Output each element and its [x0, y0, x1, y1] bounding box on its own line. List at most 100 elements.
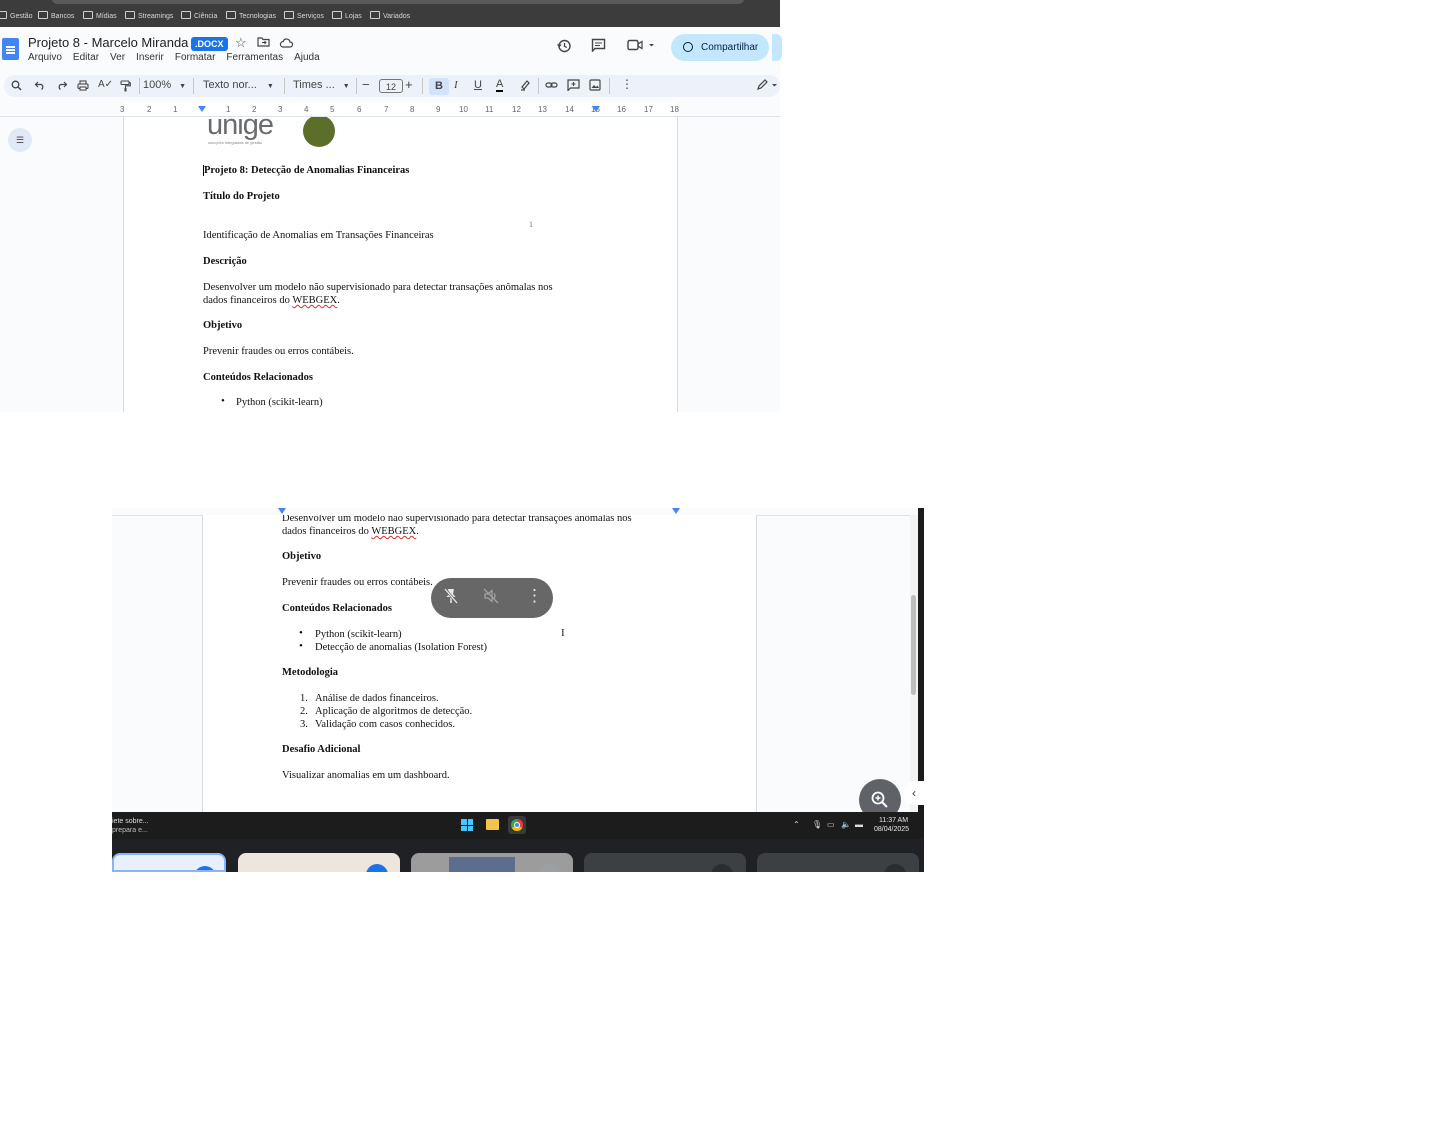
- more-icon[interactable]: ⋮: [526, 586, 543, 606]
- description-line: Desenvolver um modelo não supervisionado…: [203, 282, 553, 293]
- participant-tile[interactable]: [584, 853, 746, 872]
- share-dropdown-button[interactable]: [772, 34, 782, 61]
- star-icon[interactable]: ☆: [235, 35, 247, 51]
- share-button[interactable]: Compartilhar: [671, 34, 769, 61]
- italic-button[interactable]: I: [454, 79, 458, 91]
- bookmark-streamings[interactable]: Streamings: [125, 11, 173, 20]
- folder-icon: [38, 11, 48, 19]
- paint-format-icon[interactable]: [120, 80, 131, 95]
- bookmark-midias[interactable]: Mídias: [83, 11, 117, 20]
- section-objective-label: Objetivo: [203, 320, 243, 331]
- bookmark-bancos[interactable]: Bancos: [38, 11, 74, 20]
- mute-icon[interactable]: [482, 587, 500, 610]
- left-indent-marker[interactable]: [198, 106, 206, 112]
- taskbar-notification-title[interactable]: iete sobre...: [112, 818, 149, 825]
- left-indent-marker[interactable]: [278, 508, 286, 514]
- zoom-select[interactable]: 100% ▼: [143, 79, 186, 91]
- file-explorer-icon[interactable]: [486, 819, 499, 830]
- misspelled-word[interactable]: WEBGEX: [292, 295, 337, 306]
- highlight-icon[interactable]: [519, 79, 531, 94]
- bullet-marker: •: [299, 627, 303, 639]
- participant-tile[interactable]: [411, 853, 573, 872]
- misspelled-word[interactable]: WEBGEX: [371, 526, 416, 537]
- chevron-left-icon[interactable]: ‹: [903, 781, 925, 805]
- clock-time[interactable]: 11:37 AM: [879, 817, 908, 824]
- ruler-label: 2: [147, 105, 152, 114]
- font-size-input[interactable]: 12: [379, 79, 403, 93]
- meet-icon[interactable]: [627, 38, 655, 56]
- windows-start-icon[interactable]: [461, 819, 473, 831]
- pin-off-icon[interactable]: [442, 587, 460, 610]
- paragraph-style-select[interactable]: Texto nor... ▼: [203, 79, 274, 91]
- battery-icon[interactable]: ▬: [855, 820, 863, 829]
- menu-formatar[interactable]: Formatar: [175, 52, 216, 63]
- image-icon[interactable]: [589, 79, 601, 94]
- spellcheck-icon[interactable]: A✓: [98, 79, 113, 90]
- right-indent-marker[interactable]: [672, 508, 680, 514]
- increase-font-size-button[interactable]: +: [405, 77, 413, 92]
- screen-share-controls: ⋮: [431, 578, 553, 618]
- move-folder-icon[interactable]: [257, 36, 270, 50]
- document-title[interactable]: Projeto 8 - Marcelo Miranda: [28, 35, 188, 50]
- bookmark-ciencia[interactable]: Ciência: [181, 11, 217, 20]
- menu-editar[interactable]: Editar: [73, 52, 99, 63]
- display-icon[interactable]: ▭: [827, 820, 835, 829]
- list-number: 3.: [300, 719, 308, 730]
- print-icon[interactable]: [77, 80, 89, 94]
- horizontal-ruler[interactable]: 3 2 1 1 2 3 4 5 6 7 8 9 10 11 12 13 14 1…: [0, 102, 780, 117]
- volume-icon[interactable]: 🔈: [841, 820, 851, 829]
- add-comment-icon[interactable]: [567, 79, 580, 94]
- chevron-up-icon[interactable]: ⌃: [793, 820, 800, 829]
- menu-arquivo[interactable]: Arquivo: [28, 52, 62, 63]
- document-page-top[interactable]: unige soluções integradas de gestão Proj…: [123, 117, 678, 412]
- redo-icon[interactable]: [56, 80, 68, 93]
- scrollbar-thumb[interactable]: [911, 595, 916, 695]
- menu-ver[interactable]: Ver: [110, 52, 125, 63]
- bookmark-servicos[interactable]: Serviços: [284, 11, 324, 20]
- bookmark-label: Tecnologias: [239, 13, 276, 20]
- bookmark-label: Mídias: [96, 13, 117, 20]
- search-icon[interactable]: [11, 80, 22, 94]
- section-challenge-label: Desafio Adicional: [282, 744, 361, 755]
- menu-ferramentas[interactable]: Ferramentas: [226, 52, 283, 63]
- menu-inserir[interactable]: Inserir: [136, 52, 164, 63]
- bookmark-tecnologias[interactable]: Tecnologias: [226, 11, 276, 20]
- ruler-label: 5: [330, 105, 335, 114]
- comments-icon[interactable]: [591, 38, 606, 56]
- share-label: Compartilhar: [701, 42, 759, 53]
- outline-icon[interactable]: ☰: [8, 128, 32, 152]
- bookmark-variados[interactable]: Variados: [370, 11, 410, 20]
- participant-tile[interactable]: [757, 853, 919, 872]
- participant-tile[interactable]: [238, 853, 400, 872]
- docs-logo-icon[interactable]: [2, 38, 19, 60]
- bookmark-lojas[interactable]: Lojas: [332, 11, 362, 20]
- decrease-font-size-button[interactable]: −: [362, 77, 370, 92]
- menu-ajuda[interactable]: Ajuda: [294, 52, 320, 63]
- bold-button[interactable]: B: [429, 78, 449, 95]
- folder-icon: [125, 11, 135, 19]
- folder-icon: [226, 11, 236, 19]
- participant-tile[interactable]: [112, 853, 226, 872]
- right-indent-marker[interactable]: [592, 106, 600, 112]
- objective-text: Prevenir fraudes ou erros contábeis.: [282, 577, 433, 588]
- toolbar-divider: [538, 78, 539, 94]
- history-icon[interactable]: [556, 38, 572, 58]
- text-color-button[interactable]: A: [496, 79, 504, 92]
- menu-bar: Arquivo Editar Ver Inserir Formatar Ferrament…: [28, 52, 331, 63]
- underline-button[interactable]: U: [474, 79, 482, 91]
- document-page-bottom[interactable]: Desenvolver um modelo não supervisionado…: [202, 515, 757, 812]
- cloud-status-icon[interactable]: [279, 36, 294, 51]
- chrome-icon[interactable]: [508, 816, 526, 834]
- text-cursor-icon: I: [561, 627, 565, 639]
- more-icon[interactable]: ⋮: [621, 77, 633, 91]
- font-family-select[interactable]: Times ... ▼: [293, 79, 350, 91]
- folder-icon: [83, 11, 93, 19]
- link-icon[interactable]: [545, 80, 558, 93]
- clock-date[interactable]: 08/04/2025: [874, 826, 909, 833]
- bookmark-gestao[interactable]: Gestão: [0, 11, 33, 20]
- method-item: Validação com casos conhecidos.: [315, 719, 455, 730]
- microphone-icon[interactable]: 🎙: [812, 820, 822, 829]
- taskbar-notification-subtitle: prepara e...: [112, 827, 148, 834]
- undo-icon[interactable]: [34, 80, 46, 93]
- edit-pencil-icon[interactable]: [756, 79, 778, 94]
